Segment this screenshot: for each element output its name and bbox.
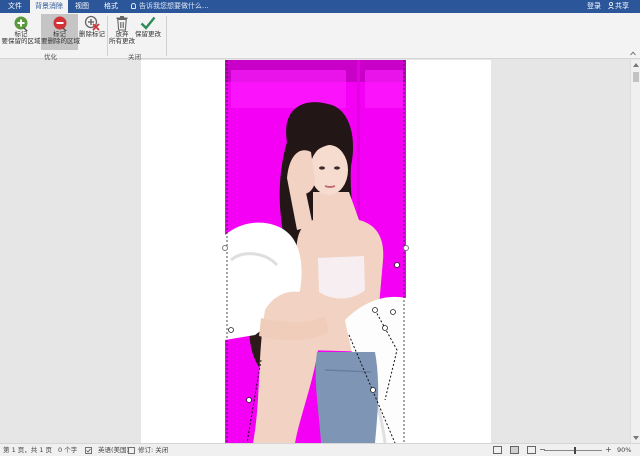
tab-format[interactable]: 格式: [96, 0, 126, 13]
resize-handle-left[interactable]: [222, 245, 228, 251]
tab-view[interactable]: 视图: [68, 0, 96, 13]
tell-me-placeholder: 告诉我您想要做什么...: [139, 2, 209, 10]
scroll-down-arrow-icon[interactable]: [633, 436, 639, 440]
scroll-up-arrow-icon[interactable]: [633, 63, 639, 67]
delete-mark-button[interactable]: 删除标记: [78, 14, 106, 50]
plus-pencil-icon: [14, 16, 28, 31]
status-bar: 第 1 页，共 1 页 0 个字 英语(美国) 修订: 关闭 − + 90%: [0, 443, 640, 456]
page-count[interactable]: 第 1 页，共 1 页: [3, 444, 52, 456]
web-layout-icon[interactable]: [527, 446, 536, 454]
collapse-ribbon-icon[interactable]: [630, 51, 636, 56]
tab-background-removal[interactable]: 背景消除: [30, 0, 68, 13]
scroll-thumb[interactable]: [633, 72, 639, 82]
delete-mark-label: 删除标记: [79, 30, 105, 38]
mark-keep-button[interactable]: 标记 要保留的区域: [1, 14, 41, 50]
photo-illustration: [225, 60, 406, 443]
read-mode-icon[interactable]: [493, 446, 502, 454]
background-removal-photo[interactable]: [225, 60, 406, 443]
checkmark-icon: [140, 16, 156, 30]
document-page[interactable]: [141, 60, 491, 443]
proofing-icon[interactable]: [85, 447, 92, 454]
mark-keep-label-2: 要保留的区域: [1, 37, 41, 45]
tell-me-search[interactable]: 告诉我您想要做什么...: [131, 0, 209, 13]
mark-remove-button[interactable]: 标记 要删除的区域: [41, 14, 80, 50]
track-changes[interactable]: 修订: 关闭: [138, 444, 168, 456]
title-tab-bar: 文件 背景消除 视图 格式 告诉我您想要做什么... 登录 共享: [0, 0, 640, 13]
person-icon: [608, 1, 614, 10]
print-layout-icon[interactable]: [510, 446, 519, 454]
login-button[interactable]: 登录: [587, 0, 601, 13]
tab-file[interactable]: 文件: [0, 0, 30, 13]
delete-mark-icon: [84, 15, 100, 31]
share-button[interactable]: 共享: [608, 0, 629, 13]
share-label: 共享: [615, 2, 629, 10]
keep-changes-label: 保留更改: [135, 30, 161, 38]
trash-icon: [116, 16, 128, 31]
minus-pencil-icon: [53, 16, 67, 31]
group-separator: [107, 16, 108, 56]
lightbulb-icon: [131, 3, 136, 9]
macro-icon[interactable]: [128, 447, 135, 454]
group-separator: [166, 16, 167, 56]
zoom-slider[interactable]: [544, 450, 602, 451]
word-count[interactable]: 0 个字: [58, 444, 77, 456]
mark-remove-label-2: 要删除的区域: [41, 37, 80, 45]
zoom-level[interactable]: 90%: [617, 444, 631, 456]
document-area: [0, 60, 630, 443]
resize-handle-right[interactable]: [403, 245, 409, 251]
discard-changes-button[interactable]: 放弃 所有更改: [109, 14, 135, 50]
language[interactable]: 英语(美国): [98, 444, 129, 456]
discard-label-2: 所有更改: [109, 37, 135, 45]
vertical-scrollbar[interactable]: [630, 60, 640, 443]
keep-changes-button[interactable]: 保留更改: [134, 14, 162, 50]
zoom-in-icon[interactable]: +: [605, 444, 612, 456]
zoom-slider-thumb[interactable]: [574, 447, 576, 454]
ribbon: 标记 要保留的区域 标记 要删除的区域 删除标记 优化 放弃 所有更改 保留更改…: [0, 13, 640, 61]
